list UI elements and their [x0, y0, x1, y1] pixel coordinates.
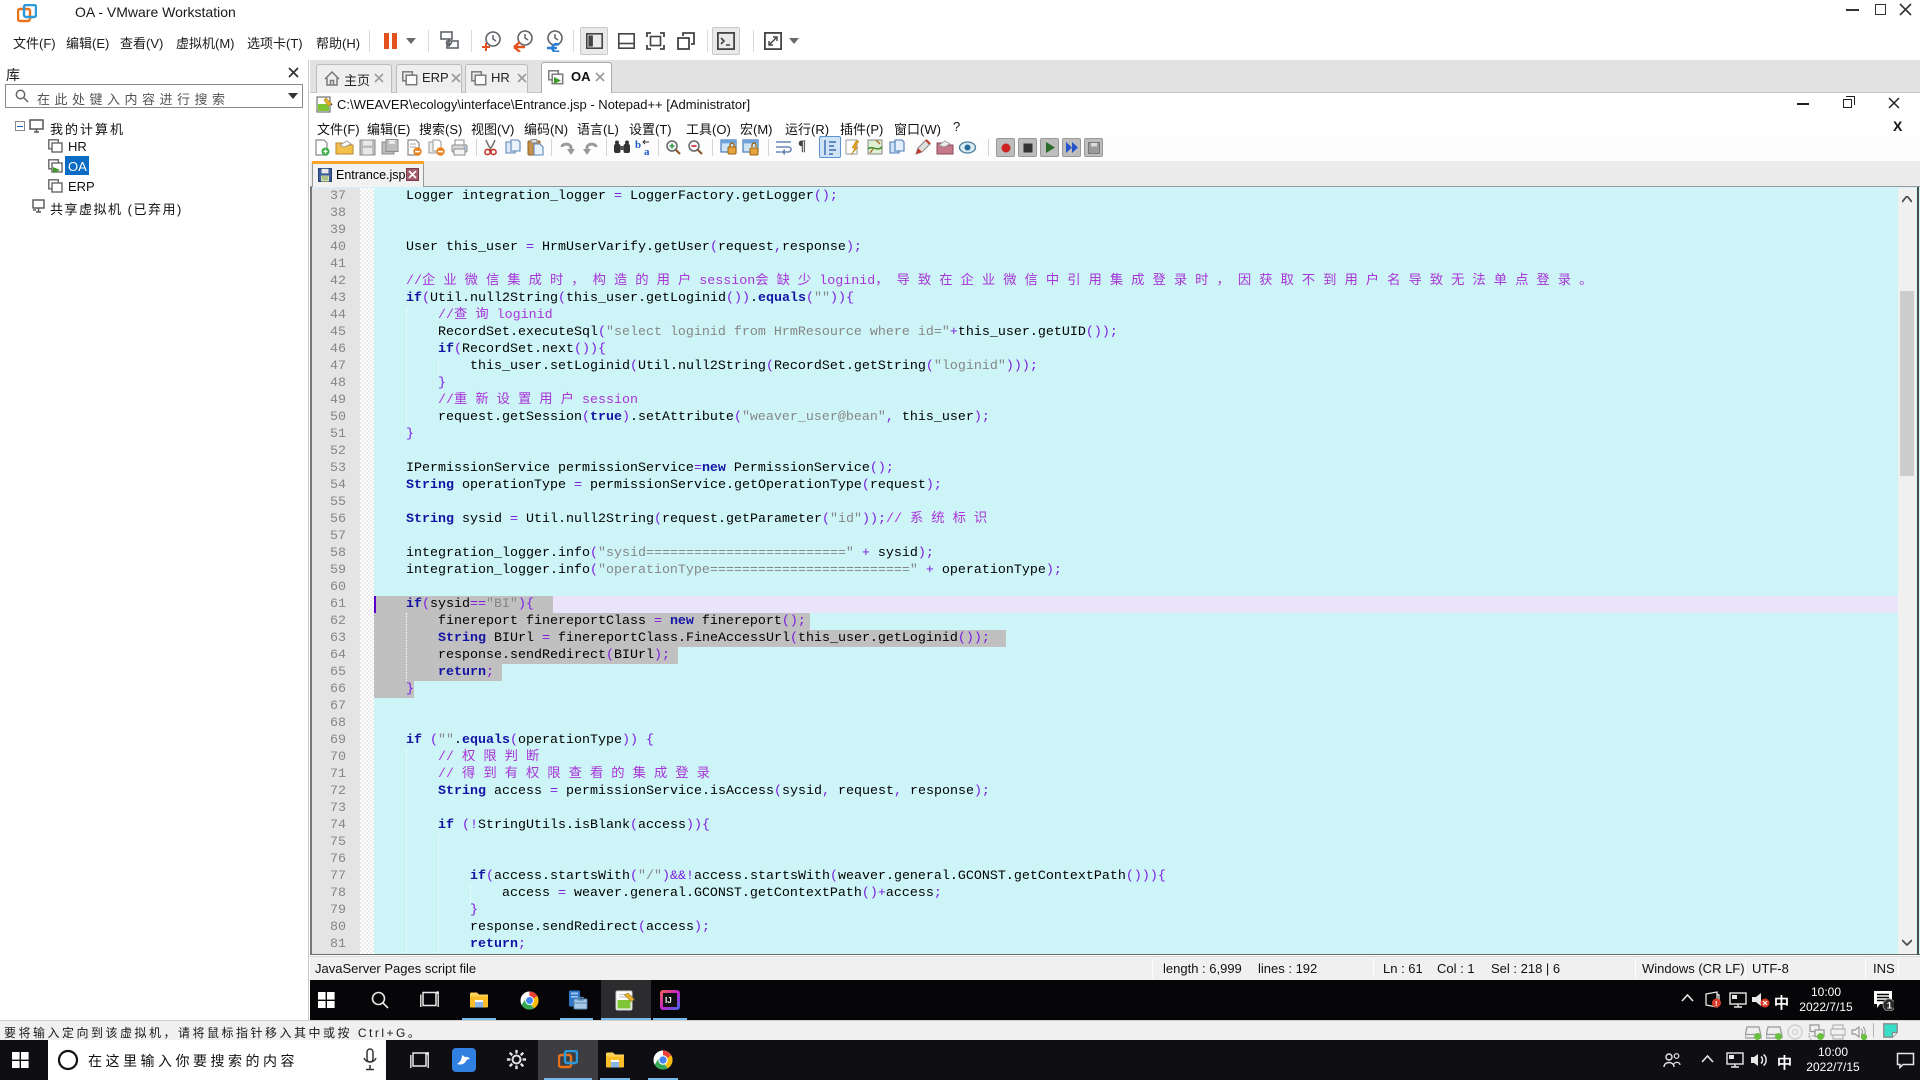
svg-text:IJ: IJ	[665, 996, 672, 1005]
svg-text:b: b	[635, 139, 641, 151]
svg-text:1: 1	[1887, 1000, 1893, 1011]
svg-text:a: a	[644, 146, 650, 156]
svg-text:!: !	[1715, 999, 1718, 1008]
